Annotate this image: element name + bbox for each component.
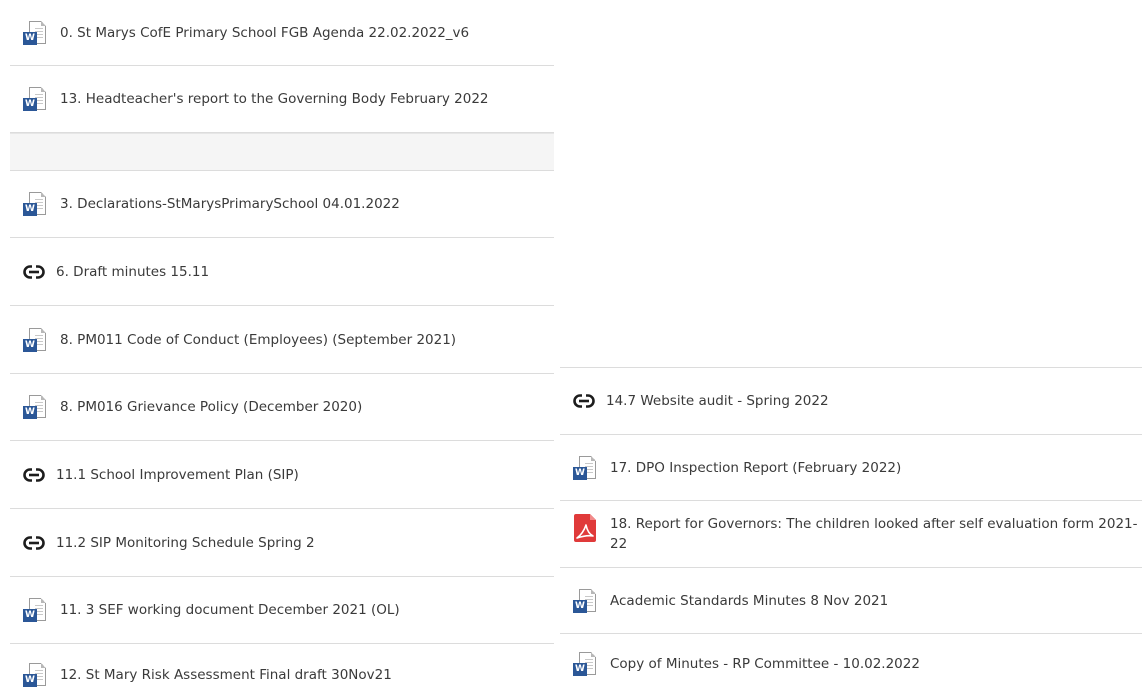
resource-list-page: W 0. St Marys CofE Primary School FGB Ag…: [0, 0, 1142, 694]
word-document-icon: W: [572, 651, 598, 677]
resource-link[interactable]: 0. St Marys CofE Primary School FGB Agen…: [60, 23, 469, 43]
pdf-document-icon: [574, 514, 596, 542]
list-item[interactable]: W 3. Declarations-StMarysPrimarySchool 0…: [10, 171, 554, 238]
list-item[interactable]: 14.7 Website audit - Spring 2022: [560, 367, 1142, 435]
resource-link[interactable]: 14.7 Website audit - Spring 2022: [606, 391, 829, 411]
resource-link[interactable]: 6. Draft minutes 15.11: [56, 262, 209, 282]
resource-link[interactable]: 18. Report for Governors: The children l…: [610, 513, 1142, 554]
word-document-icon: W: [22, 20, 48, 46]
list-item[interactable]: W Academic Standards Minutes 8 Nov 2021: [560, 568, 1142, 634]
resource-link[interactable]: 8. PM011 Code of Conduct (Employees) (Se…: [60, 330, 456, 350]
list-item[interactable]: W 0. St Marys CofE Primary School FGB Ag…: [10, 0, 554, 66]
list-item[interactable]: W 11. 3 SEF working document December 20…: [10, 577, 554, 644]
list-item[interactable]: W 12. St Mary Risk Assessment Final draf…: [10, 644, 554, 694]
resource-link[interactable]: 17. DPO Inspection Report (February 2022…: [610, 458, 901, 478]
list-item[interactable]: W 13. Headteacher's report to the Govern…: [10, 66, 554, 133]
resource-link[interactable]: 11.1 School Improvement Plan (SIP): [56, 465, 299, 485]
word-document-icon: W: [22, 86, 48, 112]
link-icon: [23, 535, 45, 550]
resource-link[interactable]: 3. Declarations-StMarysPrimarySchool 04.…: [60, 194, 400, 214]
resource-link[interactable]: 11. 3 SEF working document December 2021…: [60, 600, 400, 620]
list-item[interactable]: W 17. DPO Inspection Report (February 20…: [560, 435, 1142, 501]
list-item[interactable]: W 8. PM011 Code of Conduct (Employees) (…: [10, 306, 554, 374]
list-item[interactable]: W Copy of Minutes - RP Committee - 10.02…: [560, 634, 1142, 694]
link-icon: [23, 467, 45, 482]
resource-link[interactable]: 8. PM016 Grievance Policy (December 2020…: [60, 397, 362, 417]
list-item[interactable]: 11.2 SIP Monitoring Schedule Spring 2: [10, 509, 554, 577]
word-document-icon: W: [22, 327, 48, 353]
word-document-icon: W: [22, 394, 48, 420]
list-item[interactable]: 11.1 School Improvement Plan (SIP): [10, 441, 554, 509]
link-icon: [573, 394, 595, 408]
list-item[interactable]: W 8. PM016 Grievance Policy (December 20…: [10, 374, 554, 441]
resource-link[interactable]: 11.2 SIP Monitoring Schedule Spring 2: [56, 533, 315, 553]
word-document-icon: W: [22, 597, 48, 623]
word-document-icon: W: [22, 662, 48, 688]
empty-list-item: [10, 133, 554, 171]
word-document-icon: W: [572, 588, 598, 614]
word-document-icon: W: [22, 191, 48, 217]
resource-link[interactable]: 12. St Mary Risk Assessment Final draft …: [60, 665, 392, 685]
word-document-icon: W: [572, 455, 598, 481]
resource-link[interactable]: 13. Headteacher's report to the Governin…: [60, 89, 489, 109]
resource-link[interactable]: Copy of Minutes - RP Committee - 10.02.2…: [610, 654, 920, 674]
list-item[interactable]: 18. Report for Governors: The children l…: [560, 501, 1142, 568]
link-icon: [23, 264, 45, 279]
list-item[interactable]: 6. Draft minutes 15.11: [10, 238, 554, 306]
resource-link[interactable]: Academic Standards Minutes 8 Nov 2021: [610, 591, 888, 611]
